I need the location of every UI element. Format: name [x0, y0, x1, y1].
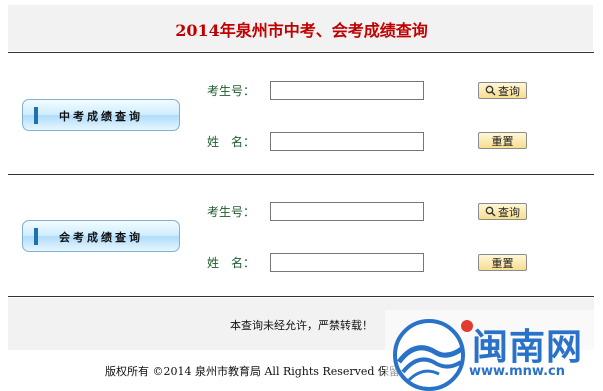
reset-button-label: 重置	[491, 134, 514, 148]
huikao-name-input[interactable]	[270, 253, 424, 272]
query-button-label: 查询	[498, 84, 520, 98]
reset-button-label: 重置	[491, 256, 514, 270]
huikao-query-label: 会考成绩查询	[59, 231, 143, 244]
huikao-query-button[interactable]: 查询	[478, 203, 527, 220]
zhongkao-query-button[interactable]: 查询	[478, 82, 527, 99]
zhongkao-name-input[interactable]	[270, 132, 424, 151]
exam-number-label: 考生号：	[207, 205, 256, 219]
divider	[8, 52, 594, 53]
name-label: 姓 名：	[207, 256, 256, 270]
search-icon	[485, 206, 496, 217]
huikao-exam-number-input[interactable]	[270, 202, 424, 221]
page-title: 2014年泉州市中考、会考成绩查询	[175, 21, 428, 40]
huikao-query-tab[interactable]: 会考成绩查询	[22, 220, 180, 252]
exam-number-label: 考生号：	[207, 84, 256, 98]
zhongkao-query-label: 中考成绩查询	[59, 110, 143, 123]
zhongkao-exam-number-input[interactable]	[270, 81, 424, 100]
watermark-url: www.mnw.cn	[469, 364, 566, 379]
search-icon	[485, 85, 496, 96]
divider	[8, 174, 594, 175]
name-label: 姓 名：	[207, 135, 256, 149]
watermark-brand: 闽南网	[472, 327, 584, 368]
huikao-reset-button[interactable]: 重置	[478, 254, 527, 271]
query-button-label: 查询	[498, 205, 520, 219]
zhongkao-query-tab[interactable]: 中考成绩查询	[22, 99, 180, 131]
divider	[8, 296, 594, 297]
zhongkao-reset-button[interactable]: 重置	[478, 132, 527, 149]
